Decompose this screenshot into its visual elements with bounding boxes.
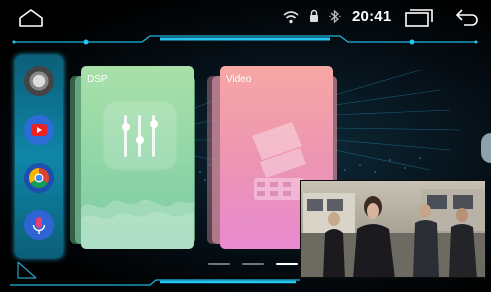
microphone-icon[interactable] xyxy=(24,210,54,240)
camera-icon[interactable] xyxy=(24,66,54,96)
back-icon[interactable] xyxy=(454,7,480,27)
bluetooth-icon xyxy=(329,9,341,24)
youtube-icon[interactable] xyxy=(24,115,54,145)
page-dot-1[interactable] xyxy=(208,263,230,265)
app-dock xyxy=(15,55,63,258)
chrome-logo xyxy=(29,168,49,188)
recents-icon[interactable] xyxy=(404,8,434,28)
waveform-decoration xyxy=(81,199,194,249)
equalizer-icon xyxy=(104,103,176,169)
wifi-icon xyxy=(283,11,299,24)
video-card-label: Video xyxy=(226,74,252,85)
video-frame xyxy=(301,181,485,277)
page-indicator xyxy=(208,263,304,267)
home-icon[interactable] xyxy=(18,8,44,28)
clock: 20:41 xyxy=(352,8,392,25)
page-dot-3-active[interactable] xyxy=(276,263,298,265)
dsp-card-label: DSP xyxy=(87,74,108,85)
video-preview[interactable] xyxy=(300,180,486,278)
lock-icon xyxy=(310,9,318,22)
mic-glyph xyxy=(32,217,46,234)
side-panel-handle[interactable] xyxy=(481,133,491,163)
status-bar: 20:41 xyxy=(0,0,491,34)
page-dot-2[interactable] xyxy=(242,263,264,265)
dsp-card[interactable]: DSP xyxy=(81,66,194,249)
youtube-logo xyxy=(31,124,47,136)
home-screen: 20:41 DSP Video xyxy=(0,0,491,292)
chrome-icon[interactable] xyxy=(24,163,54,193)
